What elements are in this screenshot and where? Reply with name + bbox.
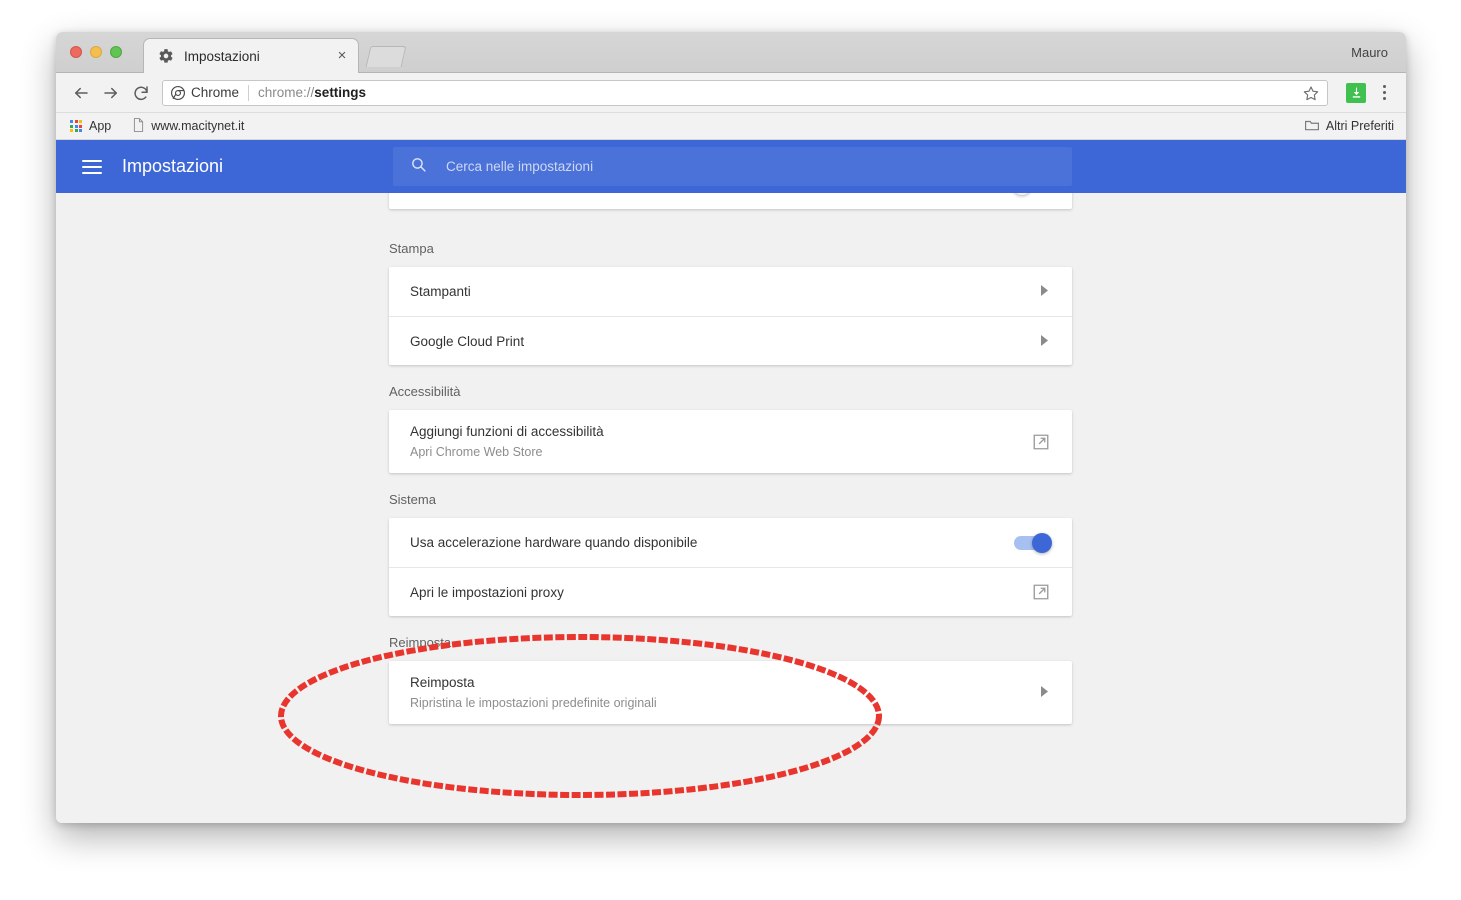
settings-search-placeholder: Cerca nelle impostazioni	[446, 159, 594, 174]
settings-row-stampanti[interactable]: Stampanti	[389, 267, 1072, 316]
card-accessibilita: Aggiungi funzioni di accessibilità Apri …	[389, 410, 1072, 473]
browser-menu-icon[interactable]	[1372, 80, 1396, 106]
settings-row-ask-download-location[interactable]: Chiedi dove salvare il file prima di sca…	[389, 193, 1072, 209]
folder-icon	[1304, 119, 1319, 134]
download-icon[interactable]	[1346, 82, 1366, 103]
browser-window: Impostazioni × Mauro Chrome chrome://set…	[56, 32, 1406, 823]
minimize-window-button[interactable]	[90, 46, 102, 58]
row-primary-label: Reimposta	[410, 675, 475, 690]
row-secondary-label: Apri Chrome Web Store	[410, 445, 543, 459]
card: Chiedi dove salvare il file prima di sca…	[389, 193, 1072, 209]
card-sistema: Usa accelerazione hardware quando dispon…	[389, 518, 1072, 616]
other-bookmarks-button[interactable]: Altri Preferiti	[1304, 119, 1394, 134]
settings-sections: Stampa Stampanti Google Cloud Print Acce…	[389, 222, 1072, 724]
settings-header: Impostazioni Cerca nelle impostazioni	[56, 140, 1406, 193]
browser-toolbar: Chrome chrome://settings	[56, 73, 1406, 113]
forward-button[interactable]	[96, 78, 126, 108]
profile-name[interactable]: Mauro	[1351, 45, 1388, 60]
toggle-thumb	[1032, 532, 1052, 553]
section-label-accessibilita: Accessibilità	[389, 384, 461, 399]
close-window-button[interactable]	[70, 46, 82, 58]
partial-settings-card: Chiedi dove salvare il file prima di sca…	[389, 193, 1072, 209]
gear-icon	[158, 48, 174, 64]
address-bar[interactable]: Chrome chrome://settings	[162, 79, 1328, 106]
settings-row-google-cloud-print[interactable]: Google Cloud Print	[389, 316, 1072, 365]
chrome-chip-label: Chrome	[191, 85, 240, 100]
settings-row-reimposta[interactable]: Reimposta Ripristina le impostazioni pre…	[389, 661, 1072, 724]
browser-tab-impostazioni[interactable]: Impostazioni ×	[143, 38, 359, 73]
row-primary-label: Google Cloud Print	[410, 333, 525, 349]
other-bookmarks-label: Altri Preferiti	[1325, 119, 1394, 133]
section-label-stampa: Stampa	[389, 241, 434, 256]
row-primary-label: Stampanti	[410, 284, 471, 299]
toggle-thumb	[1012, 193, 1032, 195]
hamburger-menu-icon[interactable]	[82, 159, 102, 174]
bookmark-item-label: www.macitynet.it	[151, 119, 245, 133]
row-secondary-label: Ripristina le impostazioni predefinite o…	[410, 696, 657, 710]
chevron-right-icon	[1040, 285, 1050, 298]
tab-title: Impostazioni	[184, 48, 260, 64]
close-icon[interactable]: ×	[334, 48, 350, 64]
card-reimposta: Reimposta Ripristina le impostazioni pre…	[389, 661, 1072, 724]
tab-strip: Impostazioni × Mauro	[56, 32, 1406, 73]
bookmarks-bar: App www.macitynet.it Altri Preferiti	[56, 113, 1406, 140]
row-primary-label: Chiedi dove salvare il file prima di sca…	[410, 193, 1014, 194]
bookmark-apps[interactable]: App	[70, 119, 111, 133]
page-icon	[133, 117, 144, 135]
external-link-icon[interactable]	[1032, 583, 1050, 601]
row-primary-label: Usa accelerazione hardware quando dispon…	[410, 535, 698, 550]
apps-grid-icon	[70, 120, 82, 132]
row-primary-label: Aggiungi funzioni di accessibilità	[410, 424, 604, 439]
chrome-logo-icon	[171, 85, 185, 100]
chevron-right-icon	[1040, 686, 1050, 699]
card-stampa: Stampanti Google Cloud Print	[389, 267, 1072, 365]
external-link-icon[interactable]	[1032, 433, 1050, 451]
bookmark-apps-label: App	[89, 119, 112, 133]
new-tab-button[interactable]	[365, 46, 407, 67]
search-icon	[410, 156, 427, 178]
toggle-hardware-acceleration[interactable]	[1014, 532, 1052, 553]
window-traffic-lights	[70, 46, 122, 58]
maximize-window-button[interactable]	[110, 46, 122, 58]
settings-row-proxy-settings[interactable]: Apri le impostazioni proxy	[389, 567, 1072, 616]
back-button[interactable]	[66, 78, 96, 108]
omnibox-url: chrome://settings	[258, 85, 366, 100]
chrome-security-chip: Chrome	[171, 85, 239, 100]
settings-content: Chiedi dove salvare il file prima di sca…	[56, 193, 1406, 823]
settings-row-accessibility-features[interactable]: Aggiungi funzioni di accessibilità Apri …	[389, 410, 1072, 473]
chevron-right-icon	[1040, 334, 1050, 348]
reload-button[interactable]	[126, 78, 156, 108]
url-prefix: chrome://	[258, 85, 315, 100]
section-label-reimposta: Reimposta	[389, 635, 452, 650]
bookmark-item[interactable]: www.macitynet.it	[133, 117, 245, 135]
page-title: Impostazioni	[122, 156, 224, 176]
url-path: settings	[314, 85, 367, 100]
section-label-sistema: Sistema	[389, 492, 436, 507]
bookmark-star-icon[interactable]	[1303, 85, 1319, 101]
settings-search-input[interactable]: Cerca nelle impostazioni	[393, 147, 1072, 186]
settings-row-hardware-acceleration[interactable]: Usa accelerazione hardware quando dispon…	[389, 518, 1072, 567]
row-primary-label: Apri le impostazioni proxy	[410, 584, 564, 600]
omnibox-separator	[248, 84, 250, 101]
